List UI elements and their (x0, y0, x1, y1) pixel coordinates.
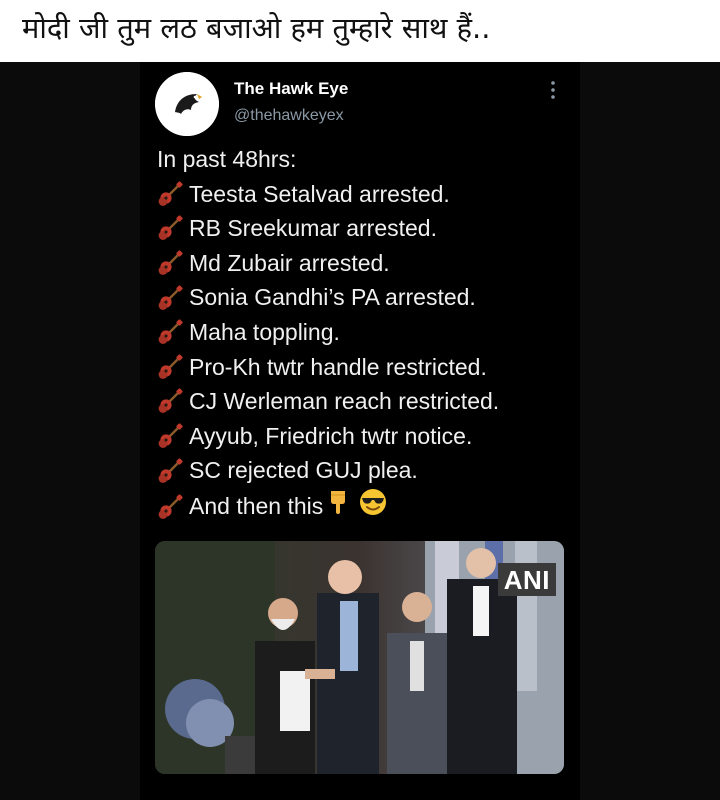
guitar-icon (158, 181, 183, 206)
author-name[interactable]: The Hawk Eye (234, 79, 348, 99)
tweet-bullet-text: CJ Werleman reach restricted. (189, 388, 500, 415)
tweet-photo[interactable]: ANI (155, 541, 564, 774)
tweet-intro: In past 48hrs: (157, 146, 297, 172)
pointing-down-icon (327, 489, 355, 525)
tweet-bullet-item: Ayyub, Friedrich twtr notice. (157, 419, 577, 454)
tweet-text: In past 48hrs: Teesta Setalvad arrested.… (157, 142, 577, 526)
tweet-bullet-item: Pro-Kh twtr handle restricted. (157, 350, 577, 385)
tweet-bullet-item: CJ Werleman reach restricted. (157, 384, 577, 419)
guitar-icon (158, 494, 183, 519)
tweet-bullet-text: Ayyub, Friedrich twtr notice. (189, 422, 473, 449)
tweet-bullet-text: And then this (189, 493, 324, 520)
tweet-bullet-item: RB Sreekumar arrested. (157, 211, 577, 246)
tweet-bullet-text: RB Sreekumar arrested. (189, 215, 437, 242)
guitar-icon (158, 285, 183, 310)
tweet-screenshot: The Hawk Eye @thehawkeyex In past 48hrs:… (0, 62, 720, 800)
tweet-bullet-text: Maha toppling. (189, 318, 340, 345)
author-handle[interactable]: @thehawkeyex (234, 107, 344, 125)
tweet-bullet-item: Sonia Gandhi’s PA arrested. (157, 280, 577, 315)
tweet-bullet-text: SC rejected GUJ plea. (189, 457, 418, 484)
guitar-icon (158, 354, 183, 379)
more-options-icon[interactable] (546, 80, 560, 102)
guitar-icon (158, 423, 183, 448)
tweet-bullet-item: Teesta Setalvad arrested. (157, 177, 577, 212)
tweet-bullet-item: Maha toppling. (157, 315, 577, 350)
tweet-bullet-text: Sonia Gandhi’s PA arrested. (189, 284, 476, 311)
guitar-icon (158, 250, 183, 275)
tweet-bullet-item: SC rejected GUJ plea. (157, 453, 577, 488)
photo-watermark: ANI (497, 563, 556, 596)
avatar[interactable] (155, 72, 219, 136)
tweet-bullet-text: Teesta Setalvad arrested. (189, 180, 450, 207)
sunglasses-face-icon (359, 488, 393, 526)
guitar-icon (158, 319, 183, 345)
tweet-bullet-item: Md Zubair arrested. (157, 246, 577, 281)
hawk-logo-icon (155, 72, 219, 136)
guitar-icon (158, 215, 183, 241)
tweet-bullet-text: Md Zubair arrested. (189, 249, 390, 276)
post-caption: मोदी जी तुम लठ बजाओ हम तुम्हारे साथ हैं.… (22, 11, 491, 45)
vertical-dots-icon (551, 81, 555, 99)
guitar-icon (158, 388, 183, 414)
bullet-list: Teesta Setalvad arrested. RB Sreekumar ar… (157, 177, 577, 526)
tweet-bullet-item: And then this (157, 488, 577, 526)
guitar-icon (158, 458, 183, 483)
tweet-bullet-text: Pro-Kh twtr handle restricted. (189, 353, 487, 380)
